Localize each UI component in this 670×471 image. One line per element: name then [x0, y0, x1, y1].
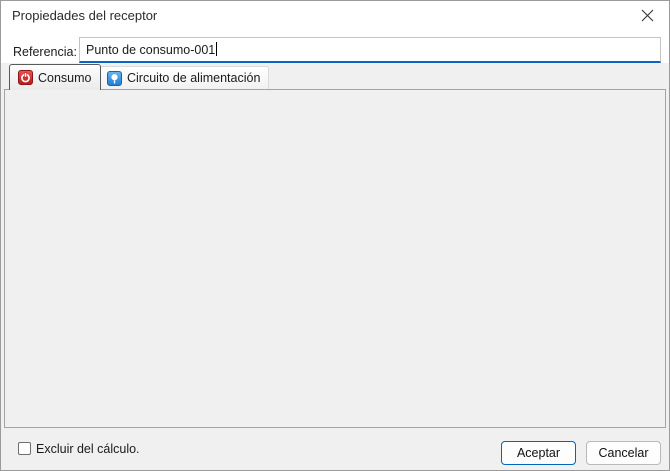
- tab-circuito-alimentacion[interactable]: Circuito de alimentación: [98, 66, 269, 89]
- dialog-propiedades-receptor: Propiedades del receptor Referencia: Pun…: [0, 0, 670, 471]
- tab-page-consumo: [4, 89, 666, 428]
- dialog-title: Propiedades del receptor: [12, 8, 157, 23]
- power-icon: [18, 70, 33, 85]
- excluir-calculo-label: Excluir del cálculo.: [36, 442, 140, 456]
- aceptar-button[interactable]: Aceptar: [501, 441, 576, 465]
- pin-icon: [107, 71, 122, 86]
- referencia-label: Referencia:: [13, 45, 77, 59]
- excluir-calculo-row: Excluir del cálculo.: [18, 442, 140, 456]
- referencia-input[interactable]: Punto de consumo-001: [79, 37, 661, 63]
- tab-consumo-label: Consumo: [38, 71, 92, 85]
- excluir-calculo-checkbox[interactable]: [18, 442, 31, 455]
- text-caret: [216, 42, 217, 56]
- close-button[interactable]: [633, 3, 661, 27]
- tab-circuito-label: Circuito de alimentación: [127, 71, 260, 85]
- cancelar-button[interactable]: Cancelar: [586, 441, 661, 465]
- referencia-value: Punto de consumo-001: [86, 43, 215, 57]
- tab-consumo[interactable]: Consumo: [9, 64, 101, 90]
- close-icon: [641, 9, 654, 22]
